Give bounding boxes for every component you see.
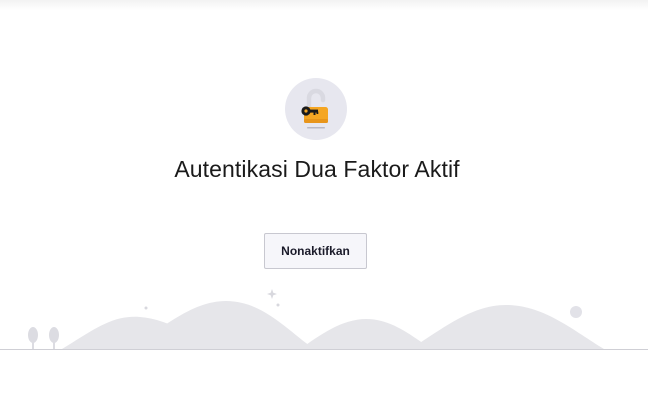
two-factor-page: Autentikasi Dua Faktor Aktif Nonaktifkan: [0, 0, 648, 400]
disable-button[interactable]: Nonaktifkan: [264, 233, 367, 269]
tree-icon: [28, 327, 59, 349]
top-shadow: [0, 0, 648, 10]
mountain-illustration: [0, 289, 648, 350]
page-title: Autentikasi Dua Faktor Aktif: [174, 156, 460, 182]
moon-icon: [570, 306, 582, 318]
key-icon: [301, 106, 319, 116]
unlocked-padlock-icon: [285, 78, 347, 140]
